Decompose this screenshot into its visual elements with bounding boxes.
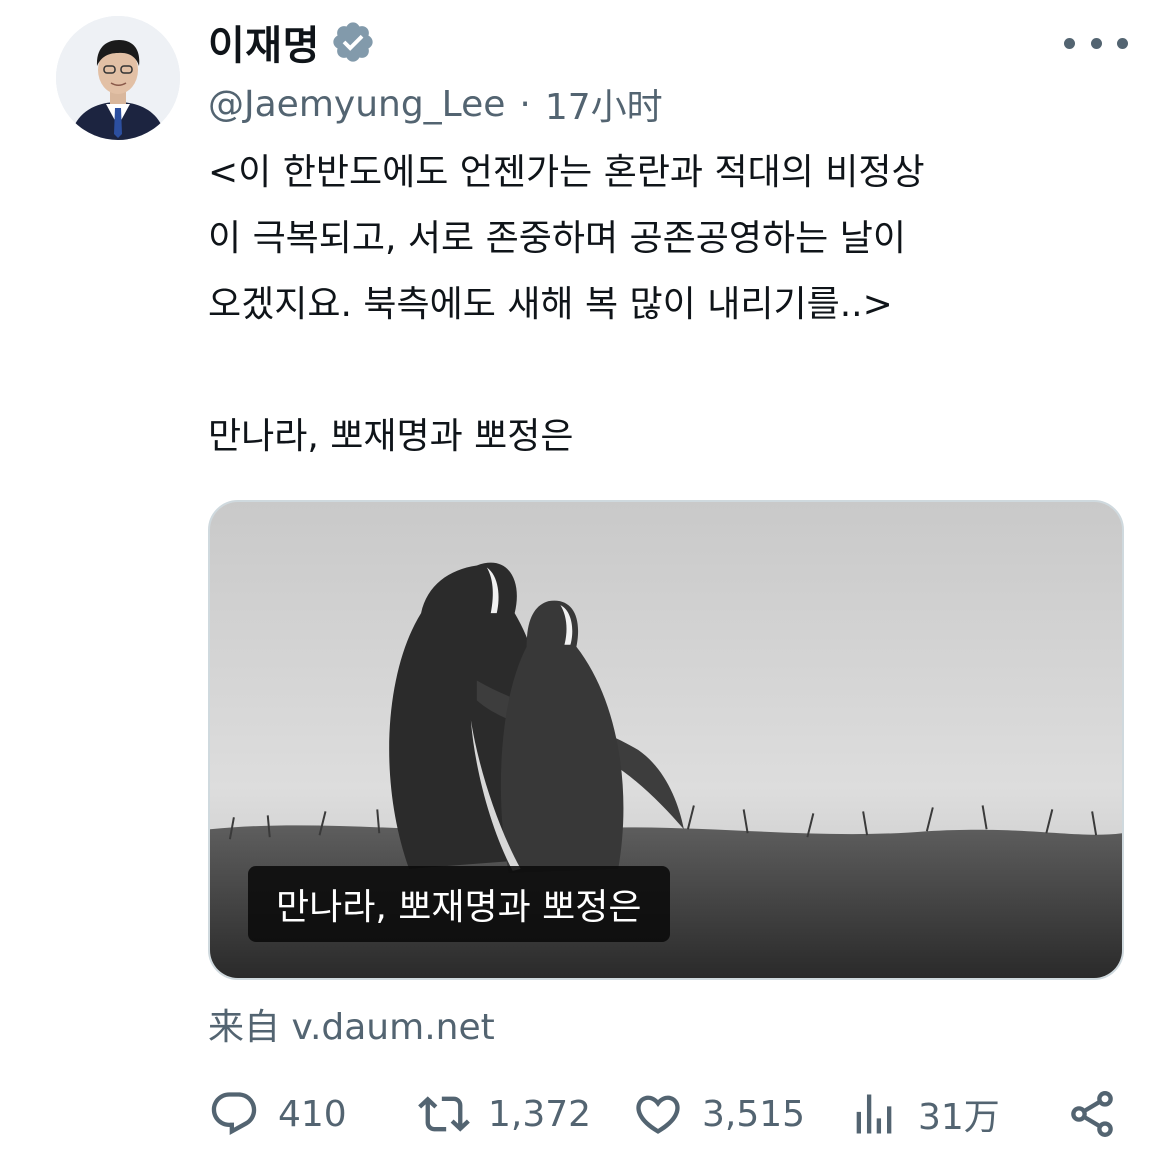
- views-count: 31万: [918, 1097, 1000, 1138]
- handle-row: @Jaemyung_Lee · 17小时: [208, 82, 1108, 129]
- retweet-count: 1,372: [488, 1093, 592, 1135]
- separator-dot: ·: [519, 83, 531, 125]
- tweet-closing-line: 만나라, 뽀재명과 뽀정은: [208, 416, 574, 457]
- name-row: 이재명: [208, 14, 1108, 70]
- share-button[interactable]: [1066, 1080, 1118, 1148]
- like-button[interactable]: 3,515: [632, 1080, 805, 1148]
- reply-count: 410: [278, 1093, 347, 1135]
- reply-button[interactable]: 410: [208, 1080, 347, 1148]
- tweet-line: 오겠지요. 북측에도 새해 복 많이 내리기를..>: [208, 284, 893, 325]
- tweet-line: 이 극복되고, 서로 존중하며 공존공영하는 날이: [208, 218, 906, 259]
- tweet-text: <이 한반도에도 언젠가는 혼란과 적대의 비정상 이 극복되고, 서로 존중하…: [208, 140, 1128, 470]
- media-caption: 만나라, 뽀재명과 뽀정은: [248, 866, 670, 942]
- views-chart-icon: [856, 1094, 892, 1134]
- verified-badge-icon[interactable]: [330, 19, 376, 65]
- source-link[interactable]: 来自 v.daum.net: [208, 998, 495, 1050]
- more-dot: [1090, 37, 1102, 49]
- media-card[interactable]: 만나라, 뽀재명과 뽀정은: [208, 500, 1124, 980]
- action-bar: 410 1,372 3,515 31万: [208, 1080, 1128, 1148]
- more-dot: [1117, 37, 1128, 49]
- author-name[interactable]: 이재명: [208, 13, 320, 71]
- author-handle[interactable]: @Jaemyung_Lee: [208, 84, 505, 125]
- more-options-icon[interactable]: [1064, 28, 1128, 58]
- retweet-icon: [418, 1096, 470, 1132]
- timestamp[interactable]: 17小时: [545, 78, 663, 130]
- reply-icon: [211, 1092, 257, 1136]
- share-icon: [1071, 1091, 1113, 1137]
- retweet-button[interactable]: 1,372: [418, 1080, 591, 1148]
- views-button[interactable]: 31万: [848, 1080, 1000, 1148]
- tweet-header: 이재명 @Jaemyung_Lee · 17小时: [208, 14, 1108, 129]
- profile-photo: [56, 16, 180, 140]
- like-count: 3,515: [702, 1093, 806, 1135]
- avatar[interactable]: [56, 16, 180, 140]
- tweet-line: <이 한반도에도 언젠가는 혼란과 적대의 비정상: [208, 152, 925, 193]
- more-dot: [1064, 37, 1075, 49]
- heart-icon: [636, 1095, 680, 1134]
